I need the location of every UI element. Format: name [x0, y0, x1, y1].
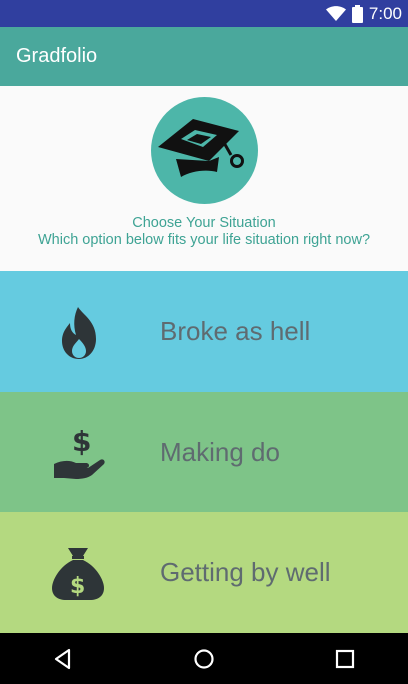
- app-bar: Gradfolio: [0, 27, 408, 86]
- back-icon[interactable]: [51, 646, 77, 672]
- option-label: Broke as hell: [160, 316, 311, 346]
- fire-icon: [50, 305, 108, 359]
- option-broke[interactable]: Broke as hell: [0, 271, 408, 392]
- situation-header: Choose Your Situation Which option below…: [0, 86, 408, 271]
- page-subheading: Which option below fits your life situat…: [37, 232, 371, 248]
- option-label: Getting by well: [160, 557, 331, 587]
- svg-text:$: $: [70, 574, 85, 599]
- graduation-cap-icon: [158, 119, 244, 177]
- status-bar: 7:00: [0, 0, 408, 27]
- app-logo: [151, 97, 258, 204]
- app-title: Gradfolio: [16, 45, 98, 67]
- svg-text:$: $: [72, 426, 91, 458]
- status-time: 7:00: [368, 3, 402, 23]
- option-getting-by-well[interactable]: $ Getting by well: [0, 512, 408, 633]
- option-label: Making do: [160, 437, 280, 467]
- money-bag-icon: $: [50, 546, 108, 600]
- wifi-icon: [325, 5, 346, 22]
- home-icon[interactable]: [191, 646, 217, 672]
- system-nav-bar: [0, 633, 408, 684]
- option-making-do[interactable]: $ Making do: [0, 392, 408, 513]
- battery-icon: [351, 4, 363, 23]
- recents-icon[interactable]: [332, 646, 358, 672]
- page-heading: Choose Your Situation: [132, 215, 276, 231]
- hand-money-icon: $: [50, 425, 108, 480]
